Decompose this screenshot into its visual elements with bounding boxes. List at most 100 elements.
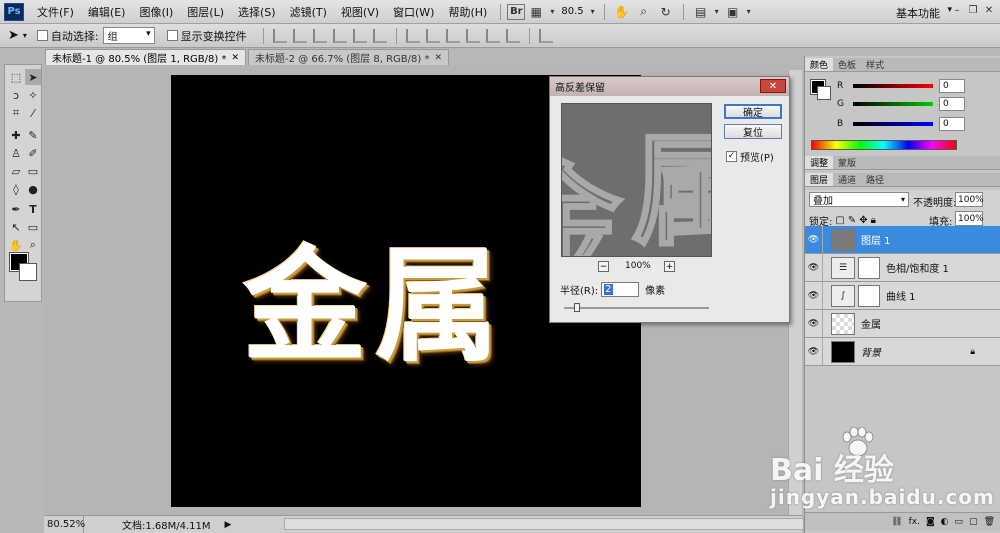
move-tool-icon[interactable]: ➤	[8, 28, 19, 43]
history-brush-icon[interactable]: ✐	[25, 145, 41, 161]
view-extras-icon[interactable]: ▦	[525, 3, 547, 21]
gradient-tool-icon[interactable]: ▭	[25, 163, 41, 179]
path-select-icon[interactable]: ↖	[8, 219, 24, 235]
tab-swatches[interactable]: 色板	[833, 58, 861, 71]
tab-color[interactable]: 颜色	[805, 58, 834, 71]
eye-icon[interactable]: 👁︎	[805, 254, 823, 281]
tab-document-2[interactable]: 未标题-2 @ 66.7% (图层 8, RGB/8) * ✕	[248, 49, 449, 65]
radius-slider-thumb[interactable]	[574, 303, 580, 312]
eye-icon[interactable]: 👁︎	[805, 310, 823, 337]
hand-tool-icon[interactable]: ✋	[611, 3, 633, 21]
ok-button[interactable]: 确定	[724, 104, 782, 119]
radius-slider-track[interactable]	[564, 307, 709, 309]
panel-background-swatch[interactable]	[817, 86, 831, 100]
radius-input[interactable]: 2	[601, 282, 640, 297]
menu-layer[interactable]: 图层(L)	[180, 4, 231, 20]
menu-view[interactable]: 视图(V)	[334, 4, 386, 20]
red-value-input[interactable]: 0	[939, 79, 965, 93]
status-zoom-field[interactable]: 80.52%	[44, 516, 85, 533]
layer-row[interactable]: 👁︎ ∫ 曲线 1	[805, 282, 1000, 310]
opacity-input[interactable]: 100%	[955, 192, 984, 207]
preview-toggle[interactable]: ✓ 预览(P)	[726, 149, 774, 164]
align-top-icon[interactable]	[272, 28, 287, 43]
close-icon[interactable]: ✕	[760, 79, 786, 93]
show-transform-checkbox[interactable]	[166, 30, 178, 41]
menu-window[interactable]: 窗口(W)	[386, 4, 441, 20]
chevron-down-icon[interactable]: ▾	[712, 3, 722, 21]
distribute-top-icon[interactable]	[405, 28, 420, 43]
tab-layers[interactable]: 图层	[805, 173, 834, 186]
auto-align-icon[interactable]	[538, 28, 553, 43]
blend-mode-select[interactable]: 叠加	[809, 192, 909, 207]
chevron-down-icon[interactable]: ▾	[744, 3, 754, 21]
close-icon[interactable]: ✕	[982, 3, 996, 17]
menu-edit[interactable]: 编辑(E)	[81, 4, 133, 20]
align-right-icon[interactable]	[372, 28, 387, 43]
eye-icon[interactable]: 👁︎	[805, 282, 823, 309]
move-tool-icon[interactable]: ➤	[25, 69, 41, 85]
lock-pixels-icon[interactable]: ✎	[848, 215, 856, 226]
new-layer-icon[interactable]: ▢	[969, 517, 978, 527]
tab-paths[interactable]: 路径	[861, 173, 889, 186]
menu-select[interactable]: 选择(S)	[231, 4, 283, 20]
align-center-icon[interactable]	[352, 28, 367, 43]
healing-brush-icon[interactable]: ✚	[8, 127, 24, 143]
auto-select-checkbox[interactable]	[36, 30, 48, 41]
green-value-input[interactable]: 0	[939, 97, 965, 111]
clone-stamp-icon[interactable]: ♙	[8, 145, 24, 161]
new-group-icon[interactable]: ▭	[955, 517, 964, 527]
align-middle-icon[interactable]	[292, 28, 307, 43]
distribute-left-icon[interactable]	[465, 28, 480, 43]
tab-styles[interactable]: 样式	[861, 58, 889, 71]
marquee-tool-icon[interactable]: ⬚	[8, 69, 24, 85]
chevron-down-icon[interactable]: ▾	[23, 31, 27, 40]
chevron-down-icon[interactable]: ▾	[588, 3, 598, 21]
layer-row[interactable]: 👁︎ ☰ 色相/饱和度 1	[805, 254, 1000, 282]
blur-tool-icon[interactable]: ◊	[8, 181, 24, 197]
link-layers-icon[interactable]: ⛓	[891, 517, 902, 527]
align-left-icon[interactable]	[332, 28, 347, 43]
layer-row[interactable]: 👁︎ 金属	[805, 310, 1000, 338]
fill-input[interactable]: 100%	[955, 211, 984, 226]
background-color-swatch[interactable]	[19, 263, 37, 281]
blue-slider[interactable]	[853, 122, 933, 126]
eye-icon[interactable]: 👁︎	[805, 338, 823, 365]
align-bottom-icon[interactable]	[312, 28, 327, 43]
layer-row[interactable]: 👁︎ 图层 1	[805, 226, 1000, 254]
menu-help[interactable]: 帮助(H)	[441, 4, 494, 20]
delete-layer-icon[interactable]: 🗑︎	[984, 517, 995, 527]
workspace-switcher[interactable]: 基本功能	[896, 5, 940, 21]
distribute-bottom-icon[interactable]	[445, 28, 460, 43]
eye-icon[interactable]: 👁︎	[805, 226, 823, 253]
hand-tool-icon[interactable]: ✋	[8, 237, 24, 253]
lock-position-icon[interactable]: ✥	[859, 215, 867, 226]
pen-tool-icon[interactable]: ✒	[8, 201, 24, 217]
preview-checkbox[interactable]: ✓	[726, 151, 737, 162]
green-slider[interactable]	[853, 102, 933, 106]
magic-wand-icon[interactable]: ✧	[25, 87, 41, 103]
horizontal-scrollbar[interactable]	[284, 518, 804, 530]
distribute-middle-icon[interactable]	[425, 28, 440, 43]
zoom-in-button[interactable]: +	[664, 261, 675, 272]
restore-icon[interactable]: ❐	[966, 3, 980, 17]
tab-adjustments[interactable]: 调整	[805, 156, 834, 169]
bridge-icon[interactable]: Br	[507, 3, 526, 20]
distribute-right-icon[interactable]	[505, 28, 520, 43]
chevron-right-icon[interactable]: ▶	[225, 520, 232, 530]
chevron-down-icon[interactable]: ▾	[547, 3, 557, 21]
type-tool-icon[interactable]: T	[25, 201, 41, 217]
layer-row[interactable]: 👁︎ 背景 🔒︎	[805, 338, 1000, 366]
adjustment-layer-icon[interactable]: ◐	[941, 517, 949, 527]
close-icon[interactable]: ✕	[434, 53, 442, 63]
rotate-view-icon[interactable]: ↻	[655, 3, 677, 21]
zoom-tool-icon[interactable]: ⌕	[633, 3, 655, 21]
crop-tool-icon[interactable]: ⌗	[8, 105, 24, 121]
minimize-icon[interactable]: –	[950, 3, 964, 17]
arrange-documents-icon[interactable]: ▤	[690, 3, 712, 21]
brush-tool-icon[interactable]: ✎	[25, 127, 41, 143]
shape-tool-icon[interactable]: ▭	[25, 219, 41, 235]
tab-masks[interactable]: 蒙版	[833, 156, 861, 169]
lock-transparency-icon[interactable]: ▢	[835, 215, 844, 226]
tab-document-1[interactable]: 未标题-1 @ 80.5% (图层 1, RGB/8) * ✕	[45, 49, 246, 65]
eraser-icon[interactable]: ▱	[8, 163, 24, 179]
